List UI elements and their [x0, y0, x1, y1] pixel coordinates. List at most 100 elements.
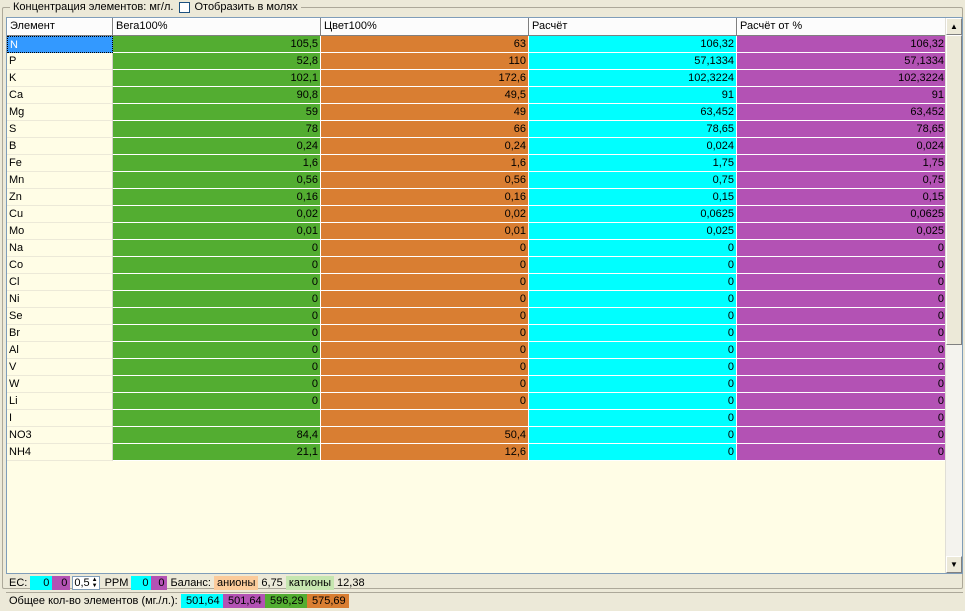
- cell-element[interactable]: Zn: [7, 189, 113, 206]
- table-row[interactable]: K 102,1 172,6 102,3224 102,3224: [7, 70, 947, 87]
- table-row[interactable]: Li 0 0 0 0: [7, 393, 947, 410]
- table-row[interactable]: Cl 0 0 0 0: [7, 274, 947, 291]
- cell-element[interactable]: S: [7, 121, 113, 138]
- cell-raschet-pct[interactable]: 91: [737, 87, 947, 104]
- cell-cvet[interactable]: 0,16: [321, 189, 529, 206]
- cell-vega[interactable]: 0: [113, 257, 321, 274]
- column-header-raschet-pct[interactable]: Расчёт от %: [737, 18, 947, 36]
- cell-raschet-pct[interactable]: 57,1334: [737, 53, 947, 70]
- cell-raschet-pct[interactable]: 0: [737, 444, 947, 461]
- cell-vega[interactable]: 0: [113, 325, 321, 342]
- cell-raschet-pct[interactable]: 0: [737, 308, 947, 325]
- cell-raschet-pct[interactable]: 0: [737, 427, 947, 444]
- cell-raschet[interactable]: 0: [529, 291, 737, 308]
- cell-raschet[interactable]: 0: [529, 342, 737, 359]
- cell-vega[interactable]: 0: [113, 342, 321, 359]
- cell-cvet[interactable]: 0: [321, 376, 529, 393]
- cell-raschet-pct[interactable]: 0: [737, 257, 947, 274]
- cell-cvet[interactable]: 0: [321, 291, 529, 308]
- cell-vega[interactable]: 0,02: [113, 206, 321, 223]
- cell-vega[interactable]: 90,8: [113, 87, 321, 104]
- cell-raschet[interactable]: 78,65: [529, 121, 737, 138]
- cell-raschet-pct[interactable]: 0,0625: [737, 206, 947, 223]
- spin-arrows-icon[interactable]: ▲ ▼: [92, 577, 98, 589]
- cell-element[interactable]: Li: [7, 393, 113, 410]
- cell-element[interactable]: W: [7, 376, 113, 393]
- cell-cvet[interactable]: 0: [321, 359, 529, 376]
- cell-vega[interactable]: 0: [113, 393, 321, 410]
- cell-raschet-pct[interactable]: 106,32: [737, 36, 947, 53]
- cell-vega[interactable]: 0: [113, 274, 321, 291]
- table-row[interactable]: Al 0 0 0 0: [7, 342, 947, 359]
- cell-raschet[interactable]: 0,025: [529, 223, 737, 240]
- cell-cvet[interactable]: 0: [321, 325, 529, 342]
- cell-element[interactable]: Co: [7, 257, 113, 274]
- cell-vega[interactable]: 84,4: [113, 427, 321, 444]
- table-row[interactable]: NH4 21,1 12,6 0 0: [7, 444, 947, 461]
- cell-raschet[interactable]: 102,3224: [529, 70, 737, 87]
- cell-raschet-pct[interactable]: 0: [737, 359, 947, 376]
- cell-raschet[interactable]: 0: [529, 427, 737, 444]
- cell-element[interactable]: Mo: [7, 223, 113, 240]
- cell-raschet[interactable]: 1,75: [529, 155, 737, 172]
- cell-raschet-pct[interactable]: 102,3224: [737, 70, 947, 87]
- cell-raschet[interactable]: 0: [529, 376, 737, 393]
- cell-vega[interactable]: 59: [113, 104, 321, 121]
- cell-raschet-pct[interactable]: 0,75: [737, 172, 947, 189]
- cell-cvet[interactable]: 0: [321, 274, 529, 291]
- cell-element[interactable]: V: [7, 359, 113, 376]
- table-row[interactable]: Mg 59 49 63,452 63,452: [7, 104, 947, 121]
- column-header-cvet[interactable]: Цвет100%: [321, 18, 529, 36]
- table-row[interactable]: P 52,8 110 57,1334 57,1334: [7, 53, 947, 70]
- cell-raschet-pct[interactable]: 0: [737, 291, 947, 308]
- cell-raschet[interactable]: 0: [529, 240, 737, 257]
- cell-cvet[interactable]: 0,24: [321, 138, 529, 155]
- cell-vega[interactable]: 52,8: [113, 53, 321, 70]
- cell-raschet[interactable]: 0,0625: [529, 206, 737, 223]
- table-row[interactable]: Cu 0,02 0,02 0,0625 0,0625: [7, 206, 947, 223]
- cell-vega[interactable]: 78: [113, 121, 321, 138]
- cell-vega[interactable]: 102,1: [113, 70, 321, 87]
- cell-raschet-pct[interactable]: 63,452: [737, 104, 947, 121]
- scroll-up-button[interactable]: ▲: [946, 18, 962, 35]
- cell-cvet[interactable]: 0,01: [321, 223, 529, 240]
- table-row[interactable]: I 00: [7, 410, 947, 427]
- table-row[interactable]: V0000: [7, 359, 947, 376]
- moles-checkbox-label[interactable]: Отобразить в молях: [194, 1, 297, 13]
- cell-raschet[interactable]: 106,32: [529, 36, 737, 53]
- table-row[interactable]: B 0,24 0,24 0,024 0,024: [7, 138, 947, 155]
- cell-element[interactable]: N: [7, 36, 113, 53]
- cell-raschet[interactable]: 0,75: [529, 172, 737, 189]
- cell-element[interactable]: Mg: [7, 104, 113, 121]
- cell-element[interactable]: P: [7, 53, 113, 70]
- cell-element[interactable]: NO3: [7, 427, 113, 444]
- cell-vega[interactable]: 0,56: [113, 172, 321, 189]
- cell-raschet[interactable]: 0: [529, 444, 737, 461]
- cell-raschet-pct[interactable]: 0: [737, 240, 947, 257]
- table-row[interactable]: Mn 0,56 0,56 0,75 0,75: [7, 172, 947, 189]
- cell-raschet[interactable]: 0: [529, 325, 737, 342]
- cell-raschet-pct[interactable]: 0,024: [737, 138, 947, 155]
- cell-vega[interactable]: 0,16: [113, 189, 321, 206]
- cell-vega[interactable]: 0: [113, 291, 321, 308]
- cell-element[interactable]: Mn: [7, 172, 113, 189]
- scroll-down-button[interactable]: ▼: [946, 556, 962, 573]
- cell-cvet[interactable]: 0,02: [321, 206, 529, 223]
- cell-cvet[interactable]: 110: [321, 53, 529, 70]
- cell-element[interactable]: Fe: [7, 155, 113, 172]
- cell-raschet-pct[interactable]: 0: [737, 393, 947, 410]
- cell-element[interactable]: K: [7, 70, 113, 87]
- cell-raschet[interactable]: 0: [529, 308, 737, 325]
- cell-element[interactable]: Ni: [7, 291, 113, 308]
- cell-element[interactable]: Se: [7, 308, 113, 325]
- cell-cvet[interactable]: 0: [321, 393, 529, 410]
- table-row[interactable]: W0000: [7, 376, 947, 393]
- cell-raschet-pct[interactable]: 0: [737, 376, 947, 393]
- table-row[interactable]: Br 0 0 0 0: [7, 325, 947, 342]
- cell-cvet[interactable]: 0,56: [321, 172, 529, 189]
- cell-raschet-pct[interactable]: 0: [737, 342, 947, 359]
- cell-vega[interactable]: 0: [113, 359, 321, 376]
- ec-spinner[interactable]: 0,5 ▲ ▼: [72, 575, 100, 590]
- cell-vega[interactable]: 105,5: [113, 36, 321, 53]
- elements-grid[interactable]: Элемент Вега100% Цвет100% Расчёт Расчёт …: [6, 17, 963, 574]
